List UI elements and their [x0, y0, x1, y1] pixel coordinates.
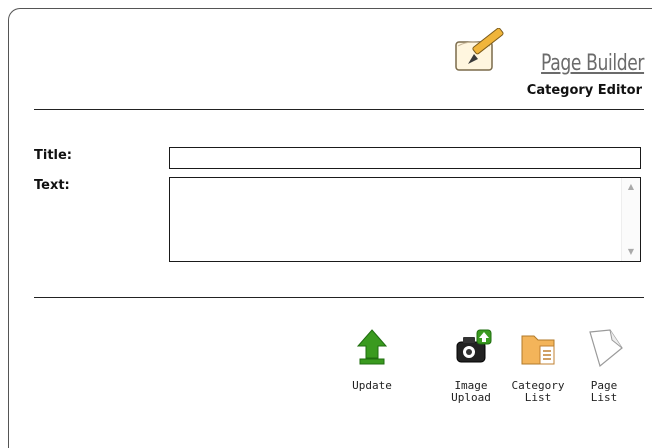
- brand-title[interactable]: Page Builder: [541, 52, 644, 76]
- scroll-down-arrow-icon[interactable]: ▼: [622, 245, 640, 259]
- upload-arrow-icon: [356, 329, 388, 365]
- text-area-wrapper: ▲ ▼: [169, 177, 641, 262]
- camera-upload-icon: [456, 329, 492, 363]
- category-list-label-line2: List: [524, 391, 552, 404]
- category-list-label: Category List: [506, 380, 570, 404]
- text-input[interactable]: [170, 178, 622, 261]
- image-upload-button[interactable]: Image Upload: [436, 326, 506, 404]
- divider-top: [34, 109, 644, 110]
- pencil-notepad-icon: [455, 28, 504, 71]
- brand-link[interactable]: Page Builder: [450, 22, 644, 76]
- text-scrollbar[interactable]: ▲ ▼: [621, 178, 640, 261]
- page-list-button[interactable]: Page List: [572, 326, 636, 404]
- title-input[interactable]: [169, 147, 641, 169]
- scroll-up-arrow-icon[interactable]: ▲: [622, 180, 640, 194]
- image-upload-label: Image Upload: [436, 380, 506, 404]
- category-list-button[interactable]: Category List: [506, 326, 570, 404]
- text-label: Text:: [34, 178, 70, 193]
- page-icon: [589, 329, 623, 368]
- image-upload-label-line2: Upload: [451, 391, 491, 404]
- page-list-label: Page List: [572, 380, 636, 404]
- update-button[interactable]: Update: [340, 326, 404, 392]
- divider-bottom: [34, 297, 644, 298]
- title-label: Title:: [34, 148, 73, 163]
- page-subtitle: Category Editor: [526, 83, 642, 98]
- folder-list-icon: [521, 335, 555, 365]
- update-label: Update: [352, 379, 392, 392]
- page-list-label-line2: List: [590, 391, 618, 404]
